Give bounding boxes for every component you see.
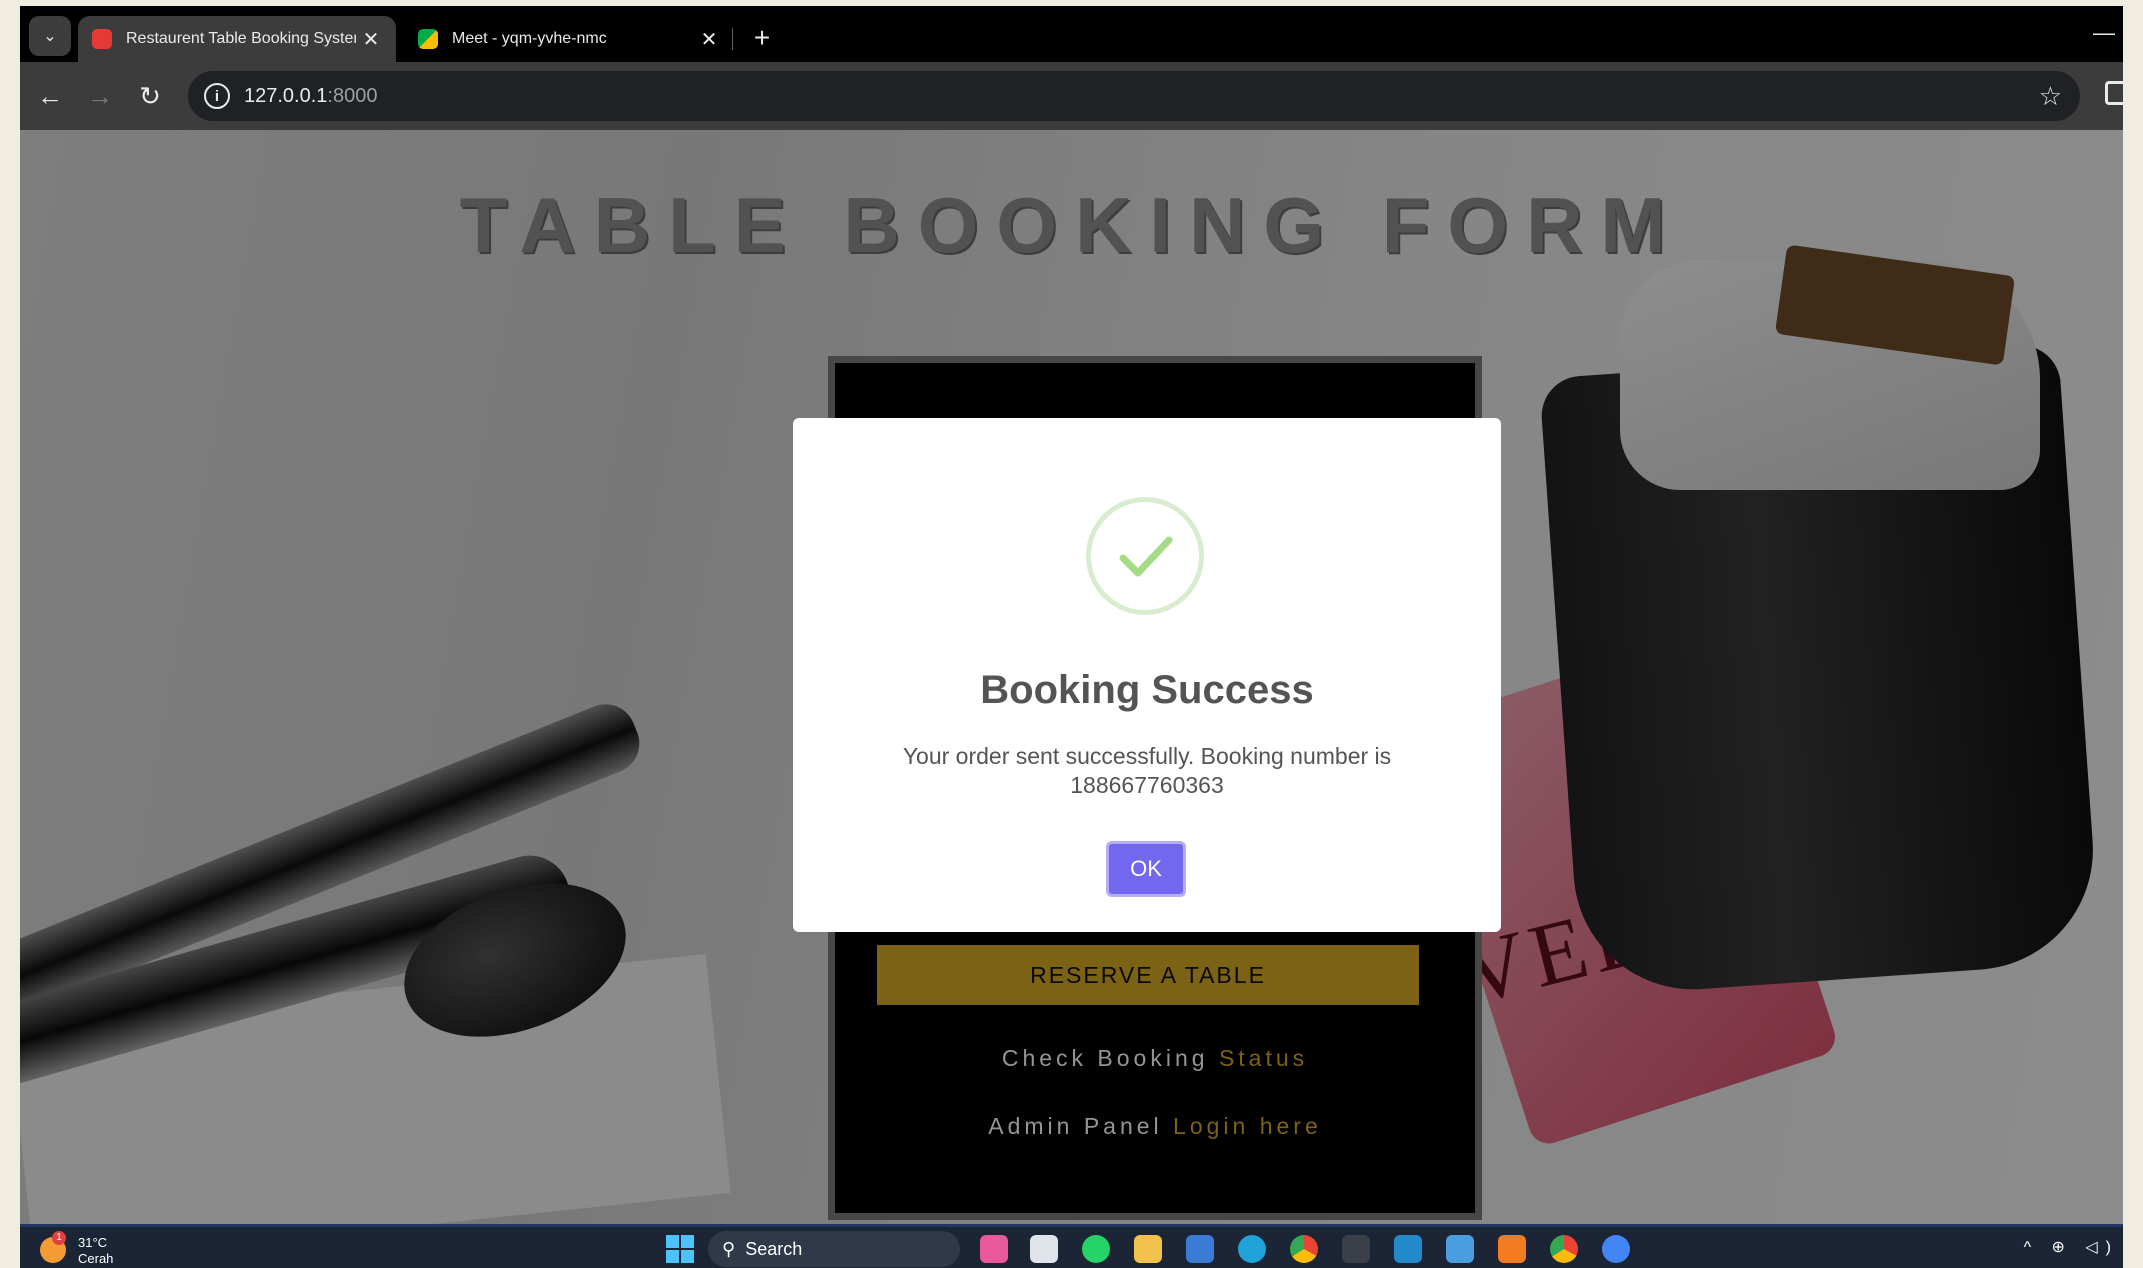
notepad-icon[interactable] xyxy=(1446,1235,1474,1263)
task-view-icon[interactable] xyxy=(1030,1235,1058,1263)
taskbar-search[interactable]: ⚲ Search xyxy=(708,1231,960,1267)
chrome-icon[interactable] xyxy=(1290,1235,1318,1263)
tab-strip: ⌄ Restaurent Table Booking System ✕ Meet… xyxy=(20,6,2123,62)
windows-start-icon[interactable] xyxy=(666,1235,694,1263)
search-icon: ⚲ xyxy=(722,1238,736,1259)
tab-separator xyxy=(732,28,733,50)
close-icon[interactable]: ✕ xyxy=(356,27,386,52)
bookmark-star-icon[interactable]: ☆ xyxy=(2039,81,2062,112)
copilot-icon[interactable] xyxy=(980,1235,1008,1263)
chrome-profile-icon[interactable] xyxy=(1550,1235,1578,1263)
edge-icon[interactable] xyxy=(1238,1235,1266,1263)
dialog-message: Your order sent successfully. Booking nu… xyxy=(902,743,1392,798)
web-page: VED TABLE BOOKING FORM RESERVE A TABLE C… xyxy=(20,130,2123,1224)
minimize-icon[interactable]: — xyxy=(2093,20,2123,46)
browser-toolbar: ← → ↻ i 127.0.0.1:8000 ☆ xyxy=(20,62,2123,130)
site-info-icon[interactable]: i xyxy=(204,83,230,109)
tab-title: Restaurent Table Booking System xyxy=(126,30,356,47)
google-meet-favicon-icon xyxy=(418,29,438,49)
taskbar-search-label: Search xyxy=(745,1238,803,1259)
microsoft-store-icon[interactable] xyxy=(1186,1235,1214,1263)
whatsapp-icon[interactable] xyxy=(1082,1235,1110,1263)
weather-description: Cerah xyxy=(78,1251,114,1266)
screen: ⌄ Restaurent Table Booking System ✕ Meet… xyxy=(20,6,2123,1268)
booking-success-dialog: Booking Success Your order sent successf… xyxy=(793,418,1501,932)
forward-arrow-icon[interactable]: → xyxy=(80,76,120,116)
back-arrow-icon[interactable]: ← xyxy=(30,76,70,116)
weather-temperature: 31°C xyxy=(78,1235,108,1250)
tab-restaurant-booking[interactable]: Restaurent Table Booking System ✕ xyxy=(78,16,396,62)
url-port: :8000 xyxy=(327,84,378,107)
extensions-icon[interactable] xyxy=(2105,81,2123,105)
url-host: 127.0.0.1 xyxy=(244,84,328,107)
tab-title: Meet - yqm-yvhe-nmc xyxy=(452,30,607,47)
tab-search-button[interactable]: ⌄ xyxy=(29,16,71,56)
file-explorer-icon[interactable] xyxy=(1134,1235,1162,1263)
tab-google-meet[interactable]: Meet - yqm-yvhe-nmc ✕ xyxy=(404,16,734,62)
new-tab-button[interactable]: + xyxy=(742,18,782,58)
reload-icon[interactable]: ↻ xyxy=(130,76,170,116)
success-check-icon xyxy=(1086,497,1204,615)
ok-button[interactable]: OK xyxy=(1106,841,1186,897)
address-bar[interactable]: i 127.0.0.1:8000 ☆ xyxy=(188,71,2080,121)
xampp-icon[interactable] xyxy=(1498,1235,1526,1263)
dialog-title: Booking Success xyxy=(980,668,1314,712)
chevron-down-icon: ⌄ xyxy=(43,28,57,45)
close-icon[interactable]: ✕ xyxy=(694,27,724,52)
system-tray[interactable]: ^ ⊕ ◁) xyxy=(2024,1237,2119,1257)
taskbar: 1 31°C Cerah ⚲ Search ^ ⊕ ◁) xyxy=(20,1224,2123,1268)
terminal-icon[interactable] xyxy=(1342,1235,1370,1263)
chrome-canary-icon[interactable] xyxy=(1602,1235,1630,1263)
vscode-icon[interactable] xyxy=(1394,1235,1422,1263)
notification-badge: 1 xyxy=(52,1231,66,1245)
restaurant-favicon-icon xyxy=(92,29,112,49)
